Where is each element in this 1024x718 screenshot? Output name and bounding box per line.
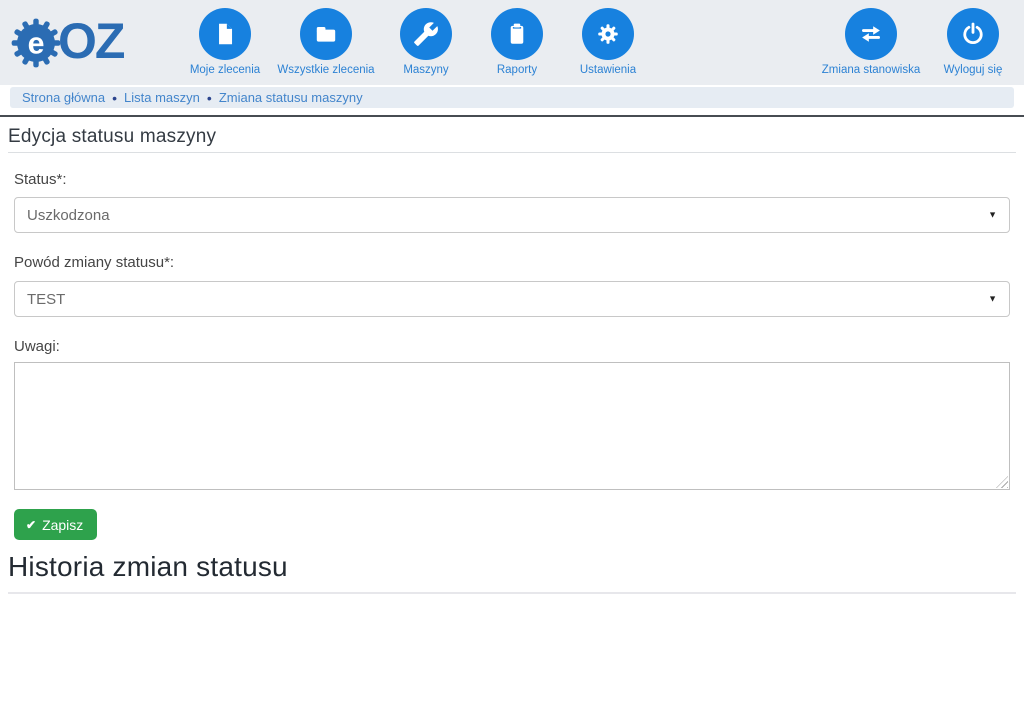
status-select[interactable]: Uszkodzona ▼ bbox=[14, 197, 1010, 233]
logo-gear-icon: e bbox=[10, 17, 62, 69]
app-logo[interactable]: e OZ bbox=[10, 17, 123, 69]
status-label: Status*: bbox=[14, 171, 67, 188]
app-root: e OZ Moje zlecenia Wszystkie zlecen bbox=[0, 0, 1024, 718]
logo-letter: e bbox=[28, 27, 45, 60]
nav-item-ustawienia[interactable]: Ustawienia bbox=[542, 8, 674, 76]
clipboard-icon bbox=[491, 8, 543, 60]
folder-icon bbox=[300, 8, 352, 60]
status-select-value: Uszkodzona bbox=[15, 207, 110, 224]
breadcrumb-link-lista-maszyn[interactable]: Lista maszyn bbox=[124, 90, 200, 105]
check-icon: ✔ bbox=[26, 518, 36, 532]
breadcrumb-separator: • bbox=[112, 90, 117, 106]
history-title: Historia zmian statusu bbox=[8, 551, 288, 583]
notes-textarea-wrap bbox=[14, 362, 1010, 490]
history-divider bbox=[8, 592, 1016, 594]
breadcrumb: Strona główna • Lista maszyn • Zmiana status… bbox=[10, 87, 1014, 108]
reason-select[interactable]: TEST ▼ bbox=[14, 281, 1010, 317]
content-top-divider bbox=[0, 115, 1024, 117]
breadcrumb-link-home[interactable]: Strona główna bbox=[22, 90, 105, 105]
top-header: e OZ Moje zlecenia Wszystkie zlecen bbox=[0, 0, 1024, 85]
document-icon bbox=[199, 8, 251, 60]
wrench-icon bbox=[400, 8, 452, 60]
breadcrumb-separator: • bbox=[207, 90, 212, 106]
gear-icon bbox=[582, 8, 634, 60]
nav-item-label: Ustawienia bbox=[542, 64, 674, 76]
breadcrumb-current: Zmiana statusu maszyny bbox=[219, 90, 363, 105]
save-button[interactable]: ✔ Zapisz bbox=[14, 509, 97, 540]
save-button-label: Zapisz bbox=[42, 517, 83, 533]
title-divider bbox=[8, 152, 1016, 153]
reason-label: Powód zmiany statusu*: bbox=[14, 254, 174, 271]
dropdown-arrow-icon: ▼ bbox=[988, 211, 997, 220]
nav-item-wyloguj[interactable]: Wyloguj się bbox=[907, 8, 1024, 76]
notes-label: Uwagi: bbox=[14, 338, 60, 355]
logo-text: OZ bbox=[58, 16, 123, 66]
notes-textarea[interactable] bbox=[14, 362, 1010, 490]
page-title: Edycja statusu maszyny bbox=[8, 126, 216, 148]
nav-item-label: Wyloguj się bbox=[907, 64, 1024, 76]
transfer-icon bbox=[845, 8, 897, 60]
dropdown-arrow-icon: ▼ bbox=[988, 295, 997, 304]
reason-select-value: TEST bbox=[15, 291, 65, 308]
power-icon bbox=[947, 8, 999, 60]
